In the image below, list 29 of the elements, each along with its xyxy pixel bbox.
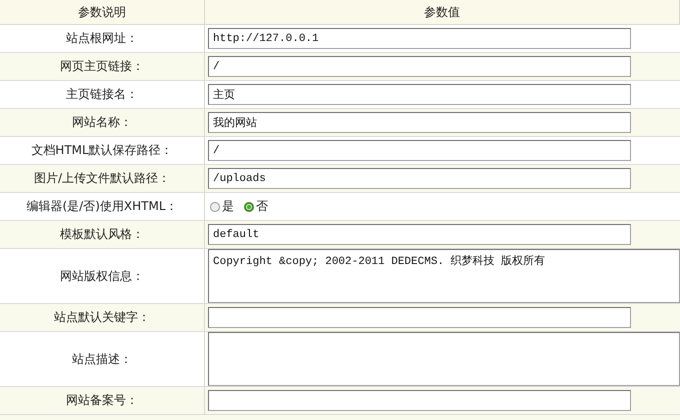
text-area[interactable]: Copyright &copy; 2002-2011 DEDECMS. 织梦科技 版权所有: [208, 249, 680, 303]
radio-label: 否: [256, 198, 268, 215]
input-field[interactable]: [208, 307, 631, 328]
field-label: 网站名称：: [72, 114, 132, 131]
radio-button[interactable]: [210, 202, 220, 212]
field-label: 站点描述：: [72, 350, 132, 368]
input-field[interactable]: /uploads: [208, 168, 631, 189]
radio-label: 是: [222, 198, 234, 215]
input-field[interactable]: http://127.0.0.1: [208, 28, 631, 49]
column-header: 参数说明: [78, 4, 126, 20]
field-label: 网站版权信息：: [60, 268, 144, 284]
input-field[interactable]: 我的网站: [208, 112, 631, 133]
input-field[interactable]: [208, 390, 631, 411]
field-label: 站点根网址：: [66, 30, 138, 47]
text-area[interactable]: [208, 332, 680, 386]
field-label: 文档HTML默认保存路径：: [31, 142, 173, 159]
field-label: 编辑器(是/否)使用XHTML：: [26, 198, 178, 215]
field-label: 图片/上传文件默认路径：: [34, 170, 170, 187]
input-field[interactable]: /: [208, 140, 631, 161]
field-label: 模板默认风格：: [60, 226, 144, 243]
radio-button[interactable]: [244, 202, 254, 212]
input-field[interactable]: 主页: [208, 84, 631, 105]
input-field[interactable]: /: [208, 56, 631, 77]
field-label: 网站备案号：: [66, 392, 138, 409]
input-field[interactable]: default: [208, 224, 631, 245]
field-label: 主页链接名：: [66, 86, 138, 103]
field-label: 网页主页链接：: [60, 58, 144, 75]
column-header: 参数值: [424, 4, 460, 20]
field-label: 站点默认关键字：: [54, 309, 150, 326]
